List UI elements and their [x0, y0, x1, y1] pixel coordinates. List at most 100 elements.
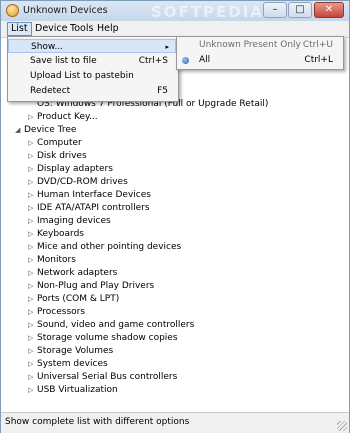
tree-item[interactable]: ▷ System devices — [28, 358, 108, 371]
minimize-button[interactable]: – — [263, 2, 287, 18]
submenu-item-unknown-present-only[interactable]: Unknown Present Only Ctrl+U — [177, 38, 341, 53]
tree-item-label: Network adapters — [37, 268, 118, 278]
close-button[interactable]: ✕ — [314, 2, 344, 18]
tree-item-label: Sound, video and game controllers — [37, 320, 195, 330]
tree-item[interactable]: ▷ Ports (COM & LPT) — [28, 293, 119, 306]
app-window: Unknown Devices SOFTPEDIA – □ ✕ List Dev… — [0, 0, 350, 433]
tree-item-label: DVD/CD-ROM drives — [37, 177, 128, 187]
tree-item-label: Ports (COM & LPT) — [37, 294, 120, 304]
tree-item-label: USB Virtualization — [37, 385, 118, 395]
tree-item-label: Keyboards — [37, 229, 84, 239]
tree-item[interactable]: ▷ Keyboards — [28, 228, 84, 241]
tree-item[interactable]: ▷ IDE ATA/ATAPI controllers — [28, 202, 150, 215]
tree-item[interactable]: ▷ Storage Volumes — [28, 345, 113, 358]
app-icon — [6, 4, 19, 17]
menu-item-save-list[interactable]: Save list to file Ctrl+S — [8, 54, 176, 68]
menu-shortcut: Ctrl+S — [138, 56, 168, 66]
menu-tools[interactable]: Tools — [67, 22, 96, 36]
tree-item[interactable]: ▷ Universal Serial Bus controllers — [28, 371, 177, 384]
tree-item[interactable]: ▷ Network adapters — [28, 267, 117, 280]
menu-item-redetect[interactable]: Redetect F5 — [8, 84, 176, 98]
submenu-arrow-icon: ▸ — [165, 43, 169, 51]
collapsed-arrow-icon[interactable]: ▷ — [28, 189, 37, 202]
tree-item-label: Storage volume shadow copies — [37, 333, 178, 343]
collapsed-arrow-icon[interactable]: ▷ — [28, 228, 37, 241]
menu-item-upload-pastebin[interactable]: Upload List to pastebin — [8, 69, 176, 83]
status-text: Show complete list with different option… — [5, 417, 190, 427]
tree-item-label: Universal Serial Bus controllers — [37, 372, 178, 382]
menu-item-show[interactable]: Show... ▸ — [8, 39, 176, 53]
menu-shortcut: Ctrl+U — [302, 40, 333, 50]
tree-item[interactable]: ▷ Sound, video and game controllers — [28, 319, 194, 332]
menu-item-label: Save list to file — [30, 56, 97, 66]
submenu-item-all[interactable]: All Ctrl+L — [177, 53, 341, 68]
tree-item-label: Processors — [37, 307, 86, 317]
title-bar[interactable]: Unknown Devices SOFTPEDIA – □ ✕ — [1, 1, 349, 22]
tree-item[interactable]: ▷ DVD/CD-ROM drives — [28, 176, 128, 189]
collapsed-arrow-icon[interactable]: ▷ — [28, 306, 37, 319]
collapsed-arrow-icon[interactable]: ▷ — [28, 215, 37, 228]
resize-grip-icon[interactable] — [337, 421, 347, 431]
tree-item[interactable]: ▷ Processors — [28, 306, 85, 319]
expanded-arrow-icon[interactable]: ◢ — [15, 124, 24, 137]
product-key-node[interactable]: ▷ Product Key... — [28, 111, 98, 124]
maximize-button[interactable]: □ — [288, 2, 312, 18]
tree-item-label: Storage Volumes — [37, 346, 114, 356]
tree-item[interactable]: ▷ Storage volume shadow copies — [28, 332, 178, 345]
tree-item[interactable]: ▷ Computer — [28, 137, 82, 150]
show-submenu: Unknown Present Only Ctrl+U All Ctrl+L — [176, 36, 344, 70]
tree-item[interactable]: ▷ Mice and other pointing devices — [28, 241, 181, 254]
collapsed-arrow-icon[interactable]: ▷ — [28, 202, 37, 215]
collapsed-arrow-icon[interactable]: ▷ — [28, 384, 37, 397]
tree-item[interactable]: ▷ Display adapters — [28, 163, 113, 176]
menu-item-label: Upload List to pastebin — [30, 71, 134, 81]
collapsed-arrow-icon[interactable]: ▷ — [28, 176, 37, 189]
watermark: SOFTPEDIA — [151, 3, 264, 21]
collapsed-arrow-icon[interactable]: ▷ — [28, 111, 37, 124]
collapsed-arrow-icon[interactable]: ▷ — [28, 358, 37, 371]
collapsed-arrow-icon[interactable]: ▷ — [28, 280, 37, 293]
collapsed-arrow-icon[interactable]: ▷ — [28, 254, 37, 267]
tree-item[interactable]: ▷ USB Virtualization — [28, 384, 118, 397]
tree-item[interactable]: ▷ Non-Plug and Play Drivers — [28, 280, 154, 293]
tree-item-label: Non-Plug and Play Drivers — [37, 281, 155, 291]
tree-item-label: Human Interface Devices — [37, 190, 151, 200]
collapsed-arrow-icon[interactable]: ▷ — [28, 345, 37, 358]
collapsed-arrow-icon[interactable]: ▷ — [28, 267, 37, 280]
tree-item[interactable]: ▷ Disk drives — [28, 150, 87, 163]
menu-help[interactable]: Help — [94, 22, 122, 36]
tree-item-label: Monitors — [37, 255, 76, 265]
collapsed-arrow-icon[interactable]: ▷ — [28, 241, 37, 254]
tree-item[interactable]: ▷ Monitors — [28, 254, 76, 267]
collapsed-arrow-icon[interactable]: ▷ — [28, 319, 37, 332]
tree-item[interactable]: ▷ Human Interface Devices — [28, 189, 151, 202]
tree-item-label: IDE ATA/ATAPI controllers — [37, 203, 150, 213]
tree-item-label: System devices — [37, 359, 108, 369]
menu-device[interactable]: Device — [32, 22, 71, 36]
menu-item-label: Redetect — [30, 86, 71, 96]
collapsed-arrow-icon[interactable]: ▷ — [28, 293, 37, 306]
tree-item-label: Imaging devices — [37, 216, 111, 226]
tree-item-label: Product Key... — [37, 112, 98, 122]
collapsed-arrow-icon[interactable]: ▷ — [28, 150, 37, 163]
menu-item-label: All — [199, 55, 211, 65]
menu-list[interactable]: List — [7, 22, 32, 36]
collapsed-arrow-icon[interactable]: ▷ — [28, 332, 37, 345]
tree-item-label: Device Tree — [24, 125, 77, 135]
collapsed-arrow-icon[interactable]: ▷ — [28, 137, 37, 150]
tree-item-label: Disk drives — [37, 151, 87, 161]
radio-selected-icon — [182, 57, 189, 64]
menu-item-label: Show... — [31, 42, 64, 52]
status-bar: Show complete list with different option… — [1, 412, 349, 433]
device-tree-root[interactable]: ◢ Device Tree — [15, 124, 76, 137]
window-title: Unknown Devices — [23, 5, 108, 16]
menu-shortcut: Ctrl+L — [304, 55, 333, 65]
list-menu-dropdown: Show... ▸ Save list to file Ctrl+S Uploa… — [7, 36, 179, 102]
tree-item-label: Display adapters — [37, 164, 113, 174]
tree-item-label: Computer — [37, 138, 82, 148]
menu-shortcut: F5 — [157, 86, 168, 96]
tree-item[interactable]: ▷ Imaging devices — [28, 215, 111, 228]
collapsed-arrow-icon[interactable]: ▷ — [28, 371, 37, 384]
tree-item-label: Mice and other pointing devices — [37, 242, 182, 252]
collapsed-arrow-icon[interactable]: ▷ — [28, 163, 37, 176]
